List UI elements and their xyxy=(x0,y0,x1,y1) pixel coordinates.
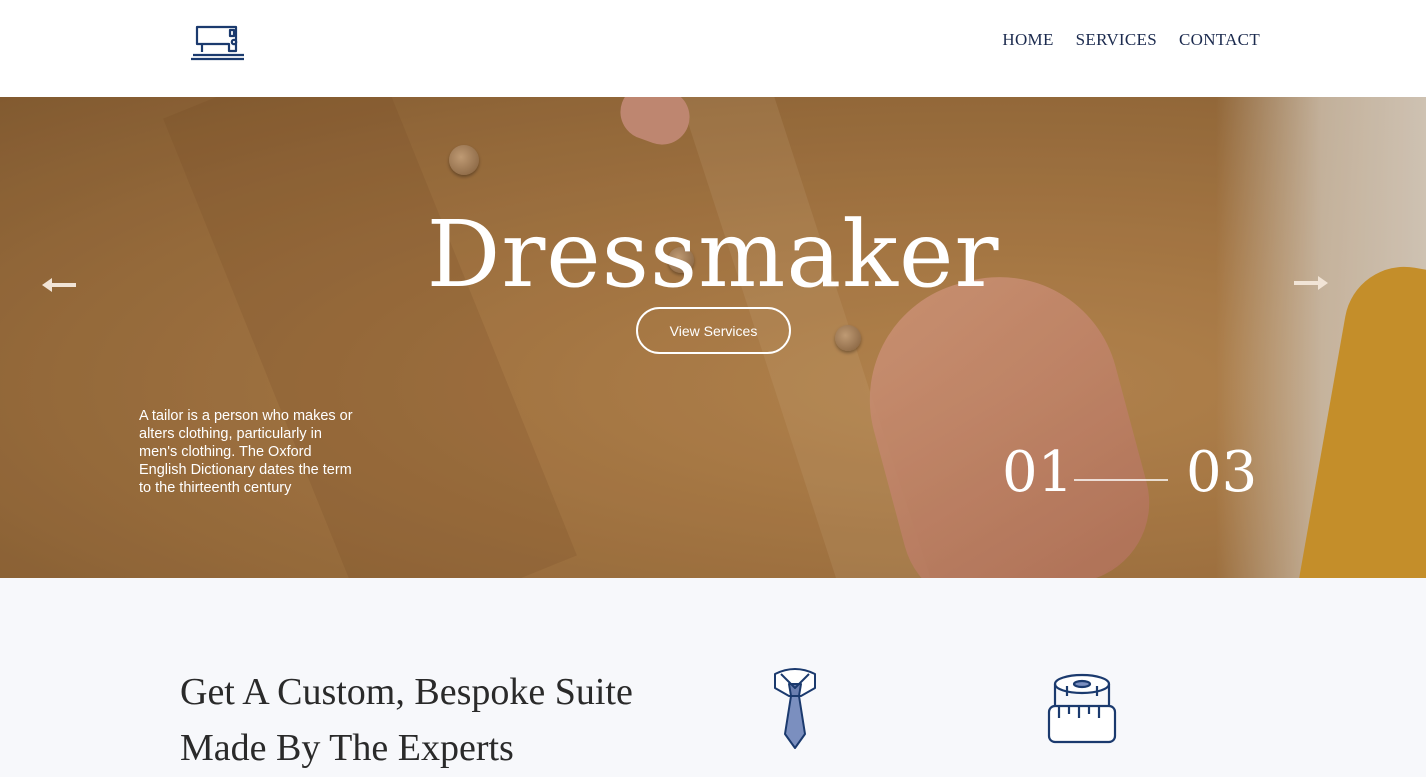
sewing-machine-icon[interactable] xyxy=(188,22,246,62)
hero-title: Dressmaker xyxy=(426,201,1000,308)
section-title: Get A Custom, Bespoke Suite Made By The … xyxy=(180,671,633,769)
slide-current: 01 xyxy=(1002,440,1074,505)
nav-home[interactable]: HOME xyxy=(1002,30,1053,50)
view-services-button[interactable]: View Services xyxy=(636,307,791,354)
hero-description: A tailor is a person who makes or alters… xyxy=(139,408,353,496)
nav-contact[interactable]: CONTACT xyxy=(1179,30,1260,50)
slide-progress-line xyxy=(1074,479,1168,481)
nav-services[interactable]: SERVICES xyxy=(1076,30,1157,50)
site-header: HOME SERVICES CONTACT xyxy=(0,0,1426,97)
arrow-left-icon[interactable] xyxy=(40,275,78,295)
slide-total: 03 xyxy=(1186,440,1258,505)
arrow-right-icon[interactable] xyxy=(1292,273,1330,293)
tie-icon xyxy=(774,668,816,749)
hero-slider: Dressmaker View Services A tailor is a p… xyxy=(0,97,1426,578)
measuring-tape-icon xyxy=(1047,673,1117,744)
main-nav: HOME SERVICES CONTACT xyxy=(1002,30,1260,50)
